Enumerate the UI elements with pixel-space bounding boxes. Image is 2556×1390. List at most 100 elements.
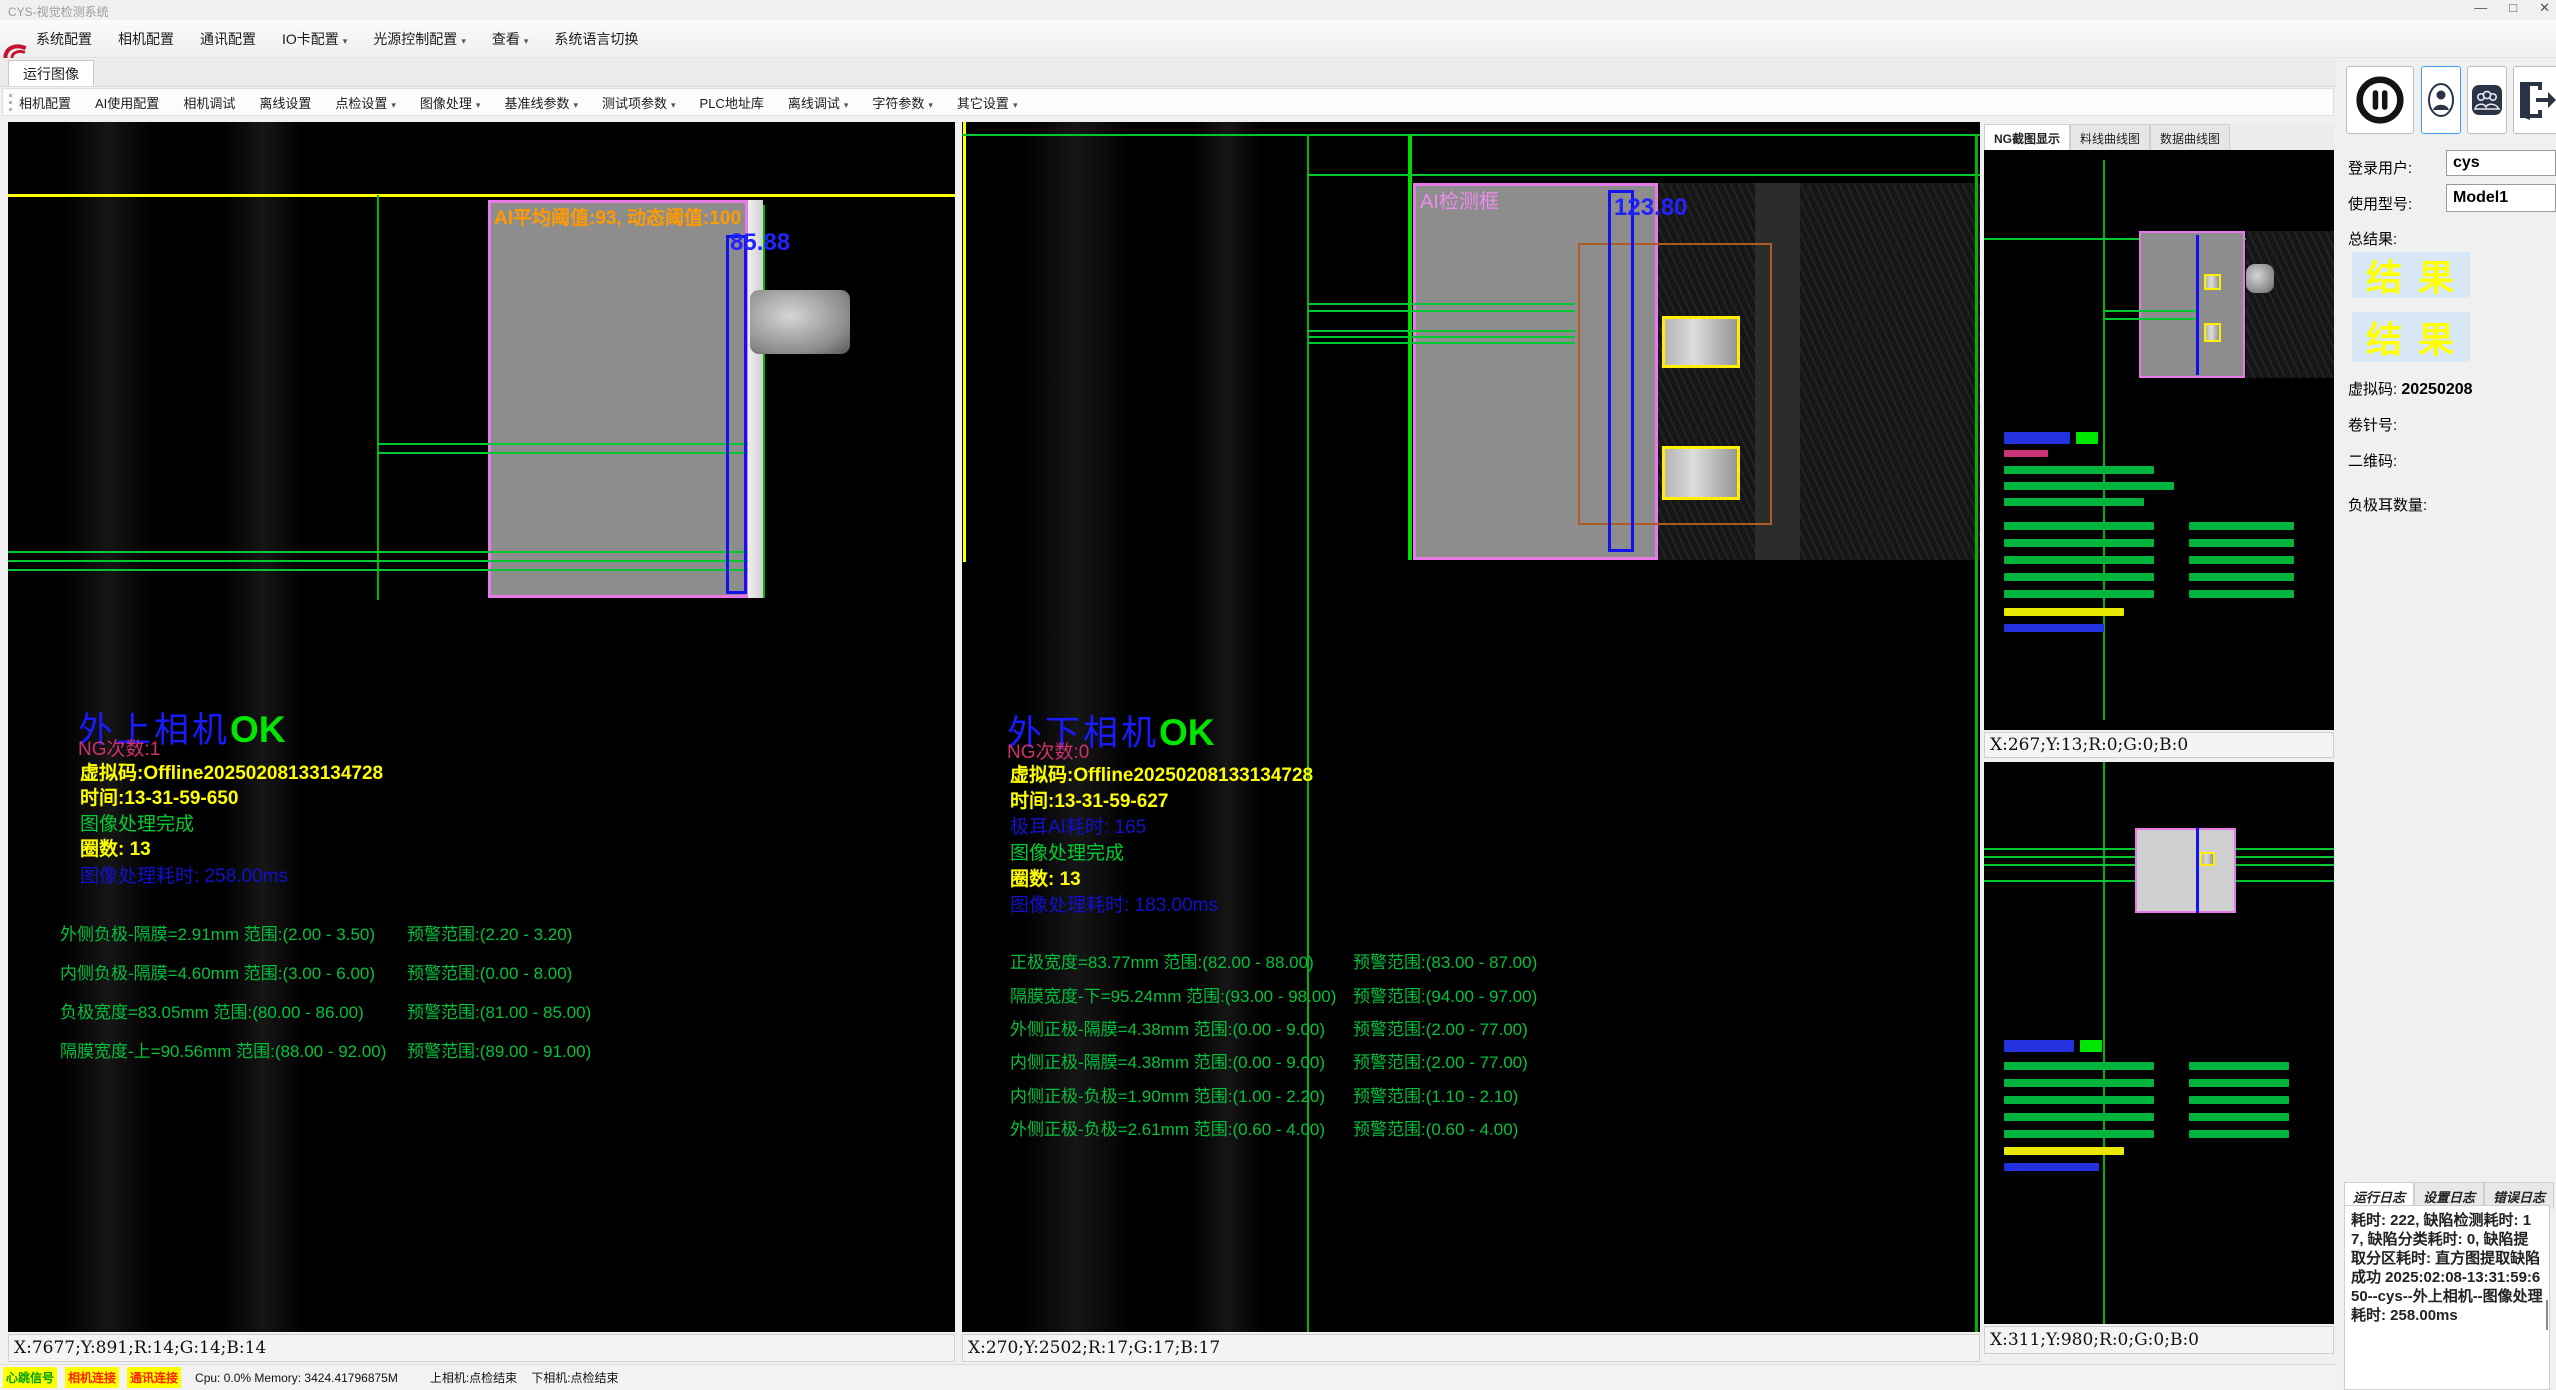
tab-data-curve[interactable]: 数据曲线图 — [2150, 124, 2230, 150]
toolbar-offline-setting[interactable]: 离线设置 — [259, 93, 311, 112]
toolbar-test-item-params[interactable]: 测试项参数▾ — [602, 93, 676, 112]
micro-text-line — [2189, 1130, 2289, 1138]
exit-button[interactable] — [2513, 66, 2556, 134]
green-horizontal-line — [1307, 336, 1575, 338]
ng-count-text: NG次数:1 — [78, 734, 160, 761]
measurement-text: 隔膜宽度-上=90.56mm 范围:(88.00 - 92.00) — [60, 1037, 386, 1062]
log-text: 耗时: 222, 缺陷检测耗时: 17, 缺陷分类耗时: 0, 缺陷提取分区耗时… — [2351, 1212, 2543, 1324]
white-edge-strip — [748, 200, 763, 598]
micro-text-line — [2004, 1147, 2124, 1155]
time-text: 时间:13-31-59-650 — [80, 783, 238, 810]
close-button[interactable]: ✕ — [2539, 0, 2550, 16]
menu-item-light-control-config[interactable]: 光源控制配置▾ — [373, 29, 466, 49]
toolbar-spot-check-setting[interactable]: 点检设置▾ — [335, 93, 396, 112]
bottom-thumbnail-view[interactable] — [1984, 762, 2334, 1324]
green-horizontal-line — [2103, 318, 2199, 320]
green-horizontal-line — [377, 443, 748, 445]
measurement-text: 内侧正极-负极=1.90mm 范围:(1.00 - 2.20) — [1010, 1082, 1325, 1107]
chevron-down-icon: ▾ — [524, 36, 529, 46]
product-region — [488, 200, 748, 598]
micro-text-line — [2004, 1040, 2074, 1052]
menu-item-system-config[interactable]: 系统配置 — [36, 29, 92, 49]
toolbar-image-processing[interactable]: 图像处理▾ — [420, 93, 481, 112]
metal-tab-object — [2246, 264, 2274, 293]
label-text: 虚拟码: — [2348, 381, 2397, 398]
micro-text-line — [2004, 539, 2154, 547]
micro-text-line — [2189, 573, 2294, 581]
micro-text-line — [2004, 1113, 2154, 1121]
toolbar-ai-use-config[interactable]: AI使用配置 — [95, 93, 159, 112]
green-vertical-line — [1975, 134, 1978, 1332]
toolbar-baseline-params[interactable]: 基准线参数▾ — [504, 93, 578, 112]
left-camera-view[interactable]: AI平均阈值:93, 动态阈值:100 85.88 外上相机OK NG次数:1 … — [8, 122, 955, 1332]
chevron-down-icon: ▾ — [573, 100, 578, 110]
users-group-icon — [2471, 84, 2503, 116]
tab-detect-box — [2200, 852, 2215, 866]
menu-item-view[interactable]: 查看▾ — [492, 29, 529, 49]
ng-view-tabs: NG截图显示 料线曲线图 数据曲线图 — [1984, 124, 2334, 151]
top-thumbnail-view[interactable] — [1984, 150, 2334, 730]
loop-count-text: 圈数: 13 — [80, 834, 151, 861]
menu-item-camera-config[interactable]: 相机配置 — [118, 29, 174, 49]
menu-bar: 系统配置 相机配置 通讯配置 IO卡配置▾ 光源控制配置▾ 查看▾ 系统语言切换 — [0, 20, 2556, 58]
login-user-label: 登录用户: — [2348, 157, 2412, 178]
green-horizontal-line — [1307, 342, 1575, 344]
status-bar: 心跳信号 相机连接 通讯连接 Cpu: 0.0% Memory: 3424.41… — [0, 1364, 2336, 1390]
menu-item-language-switch[interactable]: 系统语言切换 — [554, 29, 638, 49]
toolbar-other-settings[interactable]: 其它设置▾ — [957, 93, 1018, 112]
green-horizontal-line — [1307, 174, 1980, 176]
toolbar-char-params[interactable]: 字符参数▾ — [872, 93, 933, 112]
log-scrollbar[interactable] — [2546, 1300, 2548, 1330]
tab-detect-box — [1662, 316, 1740, 368]
tab-run-image[interactable]: 运行图像 — [8, 60, 94, 86]
maximize-button[interactable]: □ — [2509, 0, 2517, 16]
toolbar-camera-debug[interactable]: 相机调试 — [183, 93, 235, 112]
result-box-lower: 结果 — [2352, 312, 2470, 362]
lower-camera-status-text: 下相机:点检结束 — [531, 1369, 618, 1386]
ai-threshold-text: AI平均阈值:93, 动态阈值:100 — [494, 203, 741, 230]
login-user-input[interactable]: cys — [2446, 150, 2556, 176]
menu-item-io-card-config[interactable]: IO卡配置▾ — [282, 29, 347, 49]
toolbar-plc-address-lib[interactable]: PLC地址库 — [700, 93, 764, 112]
green-horizontal-line — [1307, 310, 1575, 312]
measurement-text: 内侧正极-隔膜=4.38mm 范围:(0.00 - 9.00) — [1010, 1048, 1325, 1073]
micro-text-line — [2189, 1096, 2289, 1104]
micro-text-line — [2004, 482, 2174, 490]
toolbar-offline-debug[interactable]: 离线调试▾ — [788, 93, 849, 112]
user-manage-button[interactable] — [2467, 66, 2507, 134]
window-title: CYS-视觉检测系统 — [8, 3, 109, 20]
minimize-button[interactable]: — — [2474, 0, 2487, 16]
tab-detect-box — [2204, 274, 2221, 290]
chevron-down-icon: ▾ — [476, 100, 481, 110]
chevron-down-icon: ▾ — [391, 100, 396, 110]
tab-line-curve[interactable]: 料线曲线图 — [2070, 124, 2150, 150]
tab-ng-screenshot[interactable]: NG截图显示 — [1984, 124, 2070, 150]
green-vertical-line — [1408, 134, 1412, 560]
textured-electrode-region — [2246, 231, 2334, 378]
chevron-down-icon: ▾ — [844, 100, 849, 110]
micro-text-line — [2189, 1113, 2289, 1121]
middle-coordinate-bar: X:270;Y:2502;R:17;G:17;B:17 — [962, 1334, 1980, 1362]
measurement-text: 正极宽度=83.77mm 范围:(82.00 - 88.00) — [1010, 948, 1314, 973]
ai-detect-box-label: AI检测框 — [1420, 185, 1499, 214]
pause-button[interactable] — [2346, 66, 2414, 134]
toolbar-camera-config[interactable]: 相机配置 — [19, 93, 71, 112]
green-horizontal-line — [8, 551, 748, 553]
upper-camera-status-text: 上相机:点检结束 — [430, 1369, 517, 1386]
yellow-reference-line — [8, 194, 955, 197]
result-text: 结果 — [2366, 311, 2470, 363]
user-login-button[interactable] — [2421, 66, 2461, 134]
green-horizontal-line — [8, 560, 748, 562]
toolbar-grip-handle[interactable] — [9, 94, 12, 111]
model-input[interactable]: Model1 — [2446, 184, 2556, 212]
menu-item-comm-config[interactable]: 通讯配置 — [200, 29, 256, 49]
chevron-down-icon: ▾ — [1013, 100, 1018, 110]
middle-camera-view[interactable]: AI检测框 123.80 外下相机OK NG次数:0 虚拟码:Offline20… — [962, 122, 1980, 1332]
virtual-code-label: 虚拟码: 20250208 — [2348, 378, 2473, 399]
yellow-vertical-line — [963, 122, 966, 562]
log-text-box: 耗时: 222, 缺陷检测耗时: 17, 缺陷分类耗时: 0, 缺陷提取分区耗时… — [2344, 1205, 2550, 1390]
micro-text-line — [2004, 432, 2070, 444]
micro-text-line — [2004, 556, 2154, 564]
measurement-warn: 预警范围:(0.60 - 4.00) — [1353, 1115, 1518, 1140]
measure-value: 85.88 — [730, 229, 790, 257]
